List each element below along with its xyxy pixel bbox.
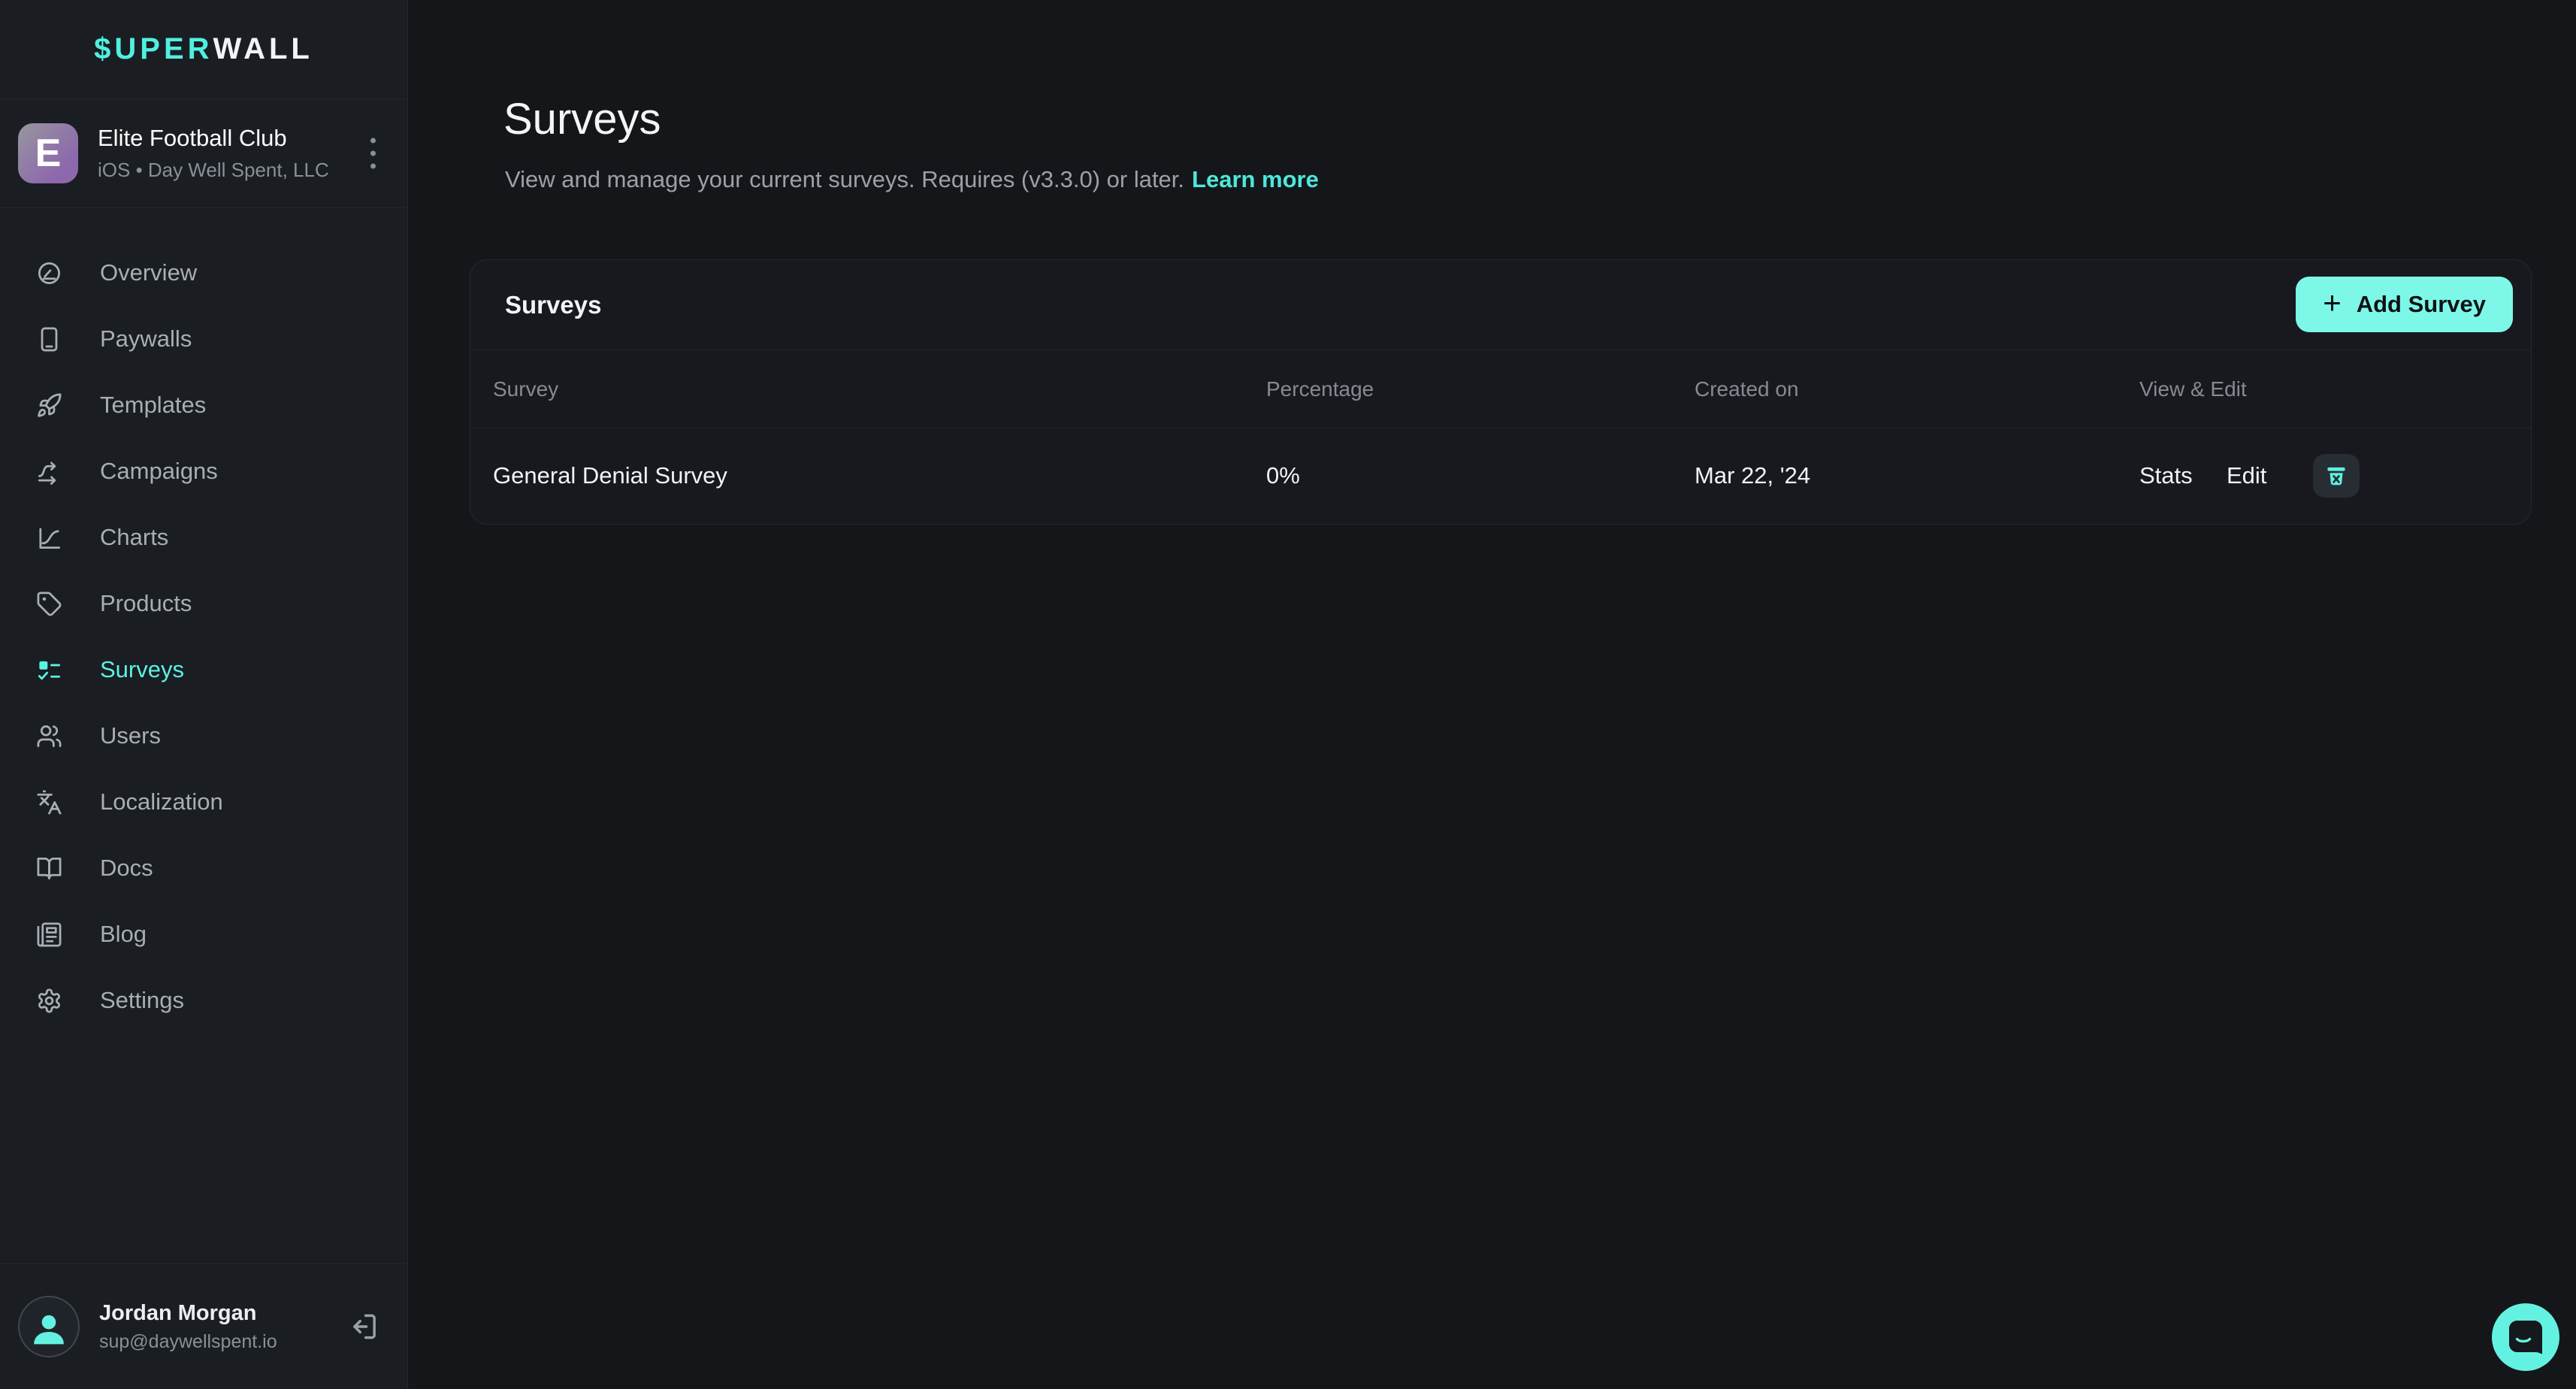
trash-icon [2324, 463, 2349, 489]
sidebar-item-users[interactable]: Users [0, 703, 407, 769]
column-survey: Survey [493, 377, 558, 401]
user-account[interactable]: Jordan Morgan sup@daywellspent.io [0, 1263, 407, 1389]
panel-title: Surveys [505, 291, 601, 319]
blog-icon [36, 921, 62, 948]
docs-icon [36, 855, 62, 882]
surveys-panel: Surveys + Add Survey Survey Percentage C… [470, 259, 2532, 525]
learn-more-link[interactable]: Learn more [1192, 166, 1319, 192]
workspace-meta: iOS • Day Well Spent, LLC [98, 159, 329, 182]
page-subtitle: View and manage your current surveys. Re… [505, 164, 1319, 195]
page-subtitle-text: View and manage your current surveys. Re… [505, 166, 1184, 192]
surveys-icon [36, 657, 62, 683]
sidebar-item-blog[interactable]: Blog [0, 901, 407, 967]
chat-launcher-button[interactable] [2492, 1303, 2559, 1371]
sidebar-item-overview[interactable]: Overview [0, 240, 407, 306]
add-survey-button[interactable]: + Add Survey [2296, 277, 2513, 332]
paywalls-icon [36, 326, 62, 353]
workspace-selector[interactable]: E Elite Football Club iOS • Day Well Spe… [0, 99, 407, 208]
users-icon [36, 723, 62, 749]
stats-link[interactable]: Stats [2139, 462, 2193, 489]
superwall-logo: $UPERWALL [0, 0, 407, 99]
sidebar-nav: Overview Paywalls Templates Campaigns Ch… [0, 208, 407, 1033]
user-text: Jordan Morgan sup@daywellspent.io [99, 1301, 277, 1353]
person-icon [28, 1306, 70, 1348]
logo-part-secondary: WALL [213, 32, 313, 66]
sidebar-item-charts[interactable]: Charts [0, 504, 407, 570]
overview-icon [36, 260, 62, 286]
chat-bubble-icon [2492, 1303, 2559, 1371]
charts-icon [36, 525, 62, 551]
sidebar-item-campaigns[interactable]: Campaigns [0, 438, 407, 504]
localization-icon [36, 789, 62, 816]
page-title: Surveys [503, 93, 661, 146]
workspace-avatar: E [18, 123, 78, 183]
user-avatar [18, 1296, 80, 1357]
campaigns-icon [36, 458, 62, 485]
products-icon [36, 591, 62, 617]
edit-link[interactable]: Edit [2227, 462, 2266, 489]
add-survey-label: Add Survey [2357, 291, 2486, 318]
column-percentage: Percentage [1266, 377, 1374, 401]
workspace-text: Elite Football Club iOS • Day Well Spent… [98, 125, 329, 182]
table-header: Survey Percentage Created on View & Edit [470, 350, 2531, 428]
logo-part-primary: $UPER [94, 32, 213, 66]
sidebar-item-docs[interactable]: Docs [0, 835, 407, 901]
column-view-edit: View & Edit [2139, 377, 2247, 401]
settings-icon [36, 988, 62, 1014]
plus-icon: + [2323, 287, 2342, 319]
delete-survey-button[interactable] [2313, 454, 2360, 498]
sidebar-item-localization[interactable]: Localization [0, 769, 407, 835]
cell-survey-name: General Denial Survey [493, 462, 727, 489]
sidebar-item-paywalls[interactable]: Paywalls [0, 306, 407, 372]
cell-created-on: Mar 22, '24 [1695, 462, 1810, 489]
sign-out-icon[interactable] [346, 1310, 379, 1343]
table-row: General Denial Survey 0% Mar 22, '24 Sta… [470, 428, 2531, 523]
user-name: Jordan Morgan [99, 1301, 277, 1326]
templates-icon [36, 392, 62, 419]
column-created-on: Created on [1695, 377, 1799, 401]
workspace-menu-icon[interactable] [364, 132, 382, 175]
panel-header: Surveys + Add Survey [470, 260, 2531, 350]
sidebar-item-surveys[interactable]: Surveys [0, 637, 407, 703]
sidebar-item-templates[interactable]: Templates [0, 372, 407, 438]
sidebar: $UPERWALL E Elite Football Club iOS • Da… [0, 0, 408, 1389]
sidebar-item-products[interactable]: Products [0, 570, 407, 637]
sidebar-item-settings[interactable]: Settings [0, 967, 407, 1033]
workspace-name: Elite Football Club [98, 125, 329, 152]
user-email: sup@daywellspent.io [99, 1331, 277, 1353]
cell-percentage: 0% [1266, 462, 1300, 489]
